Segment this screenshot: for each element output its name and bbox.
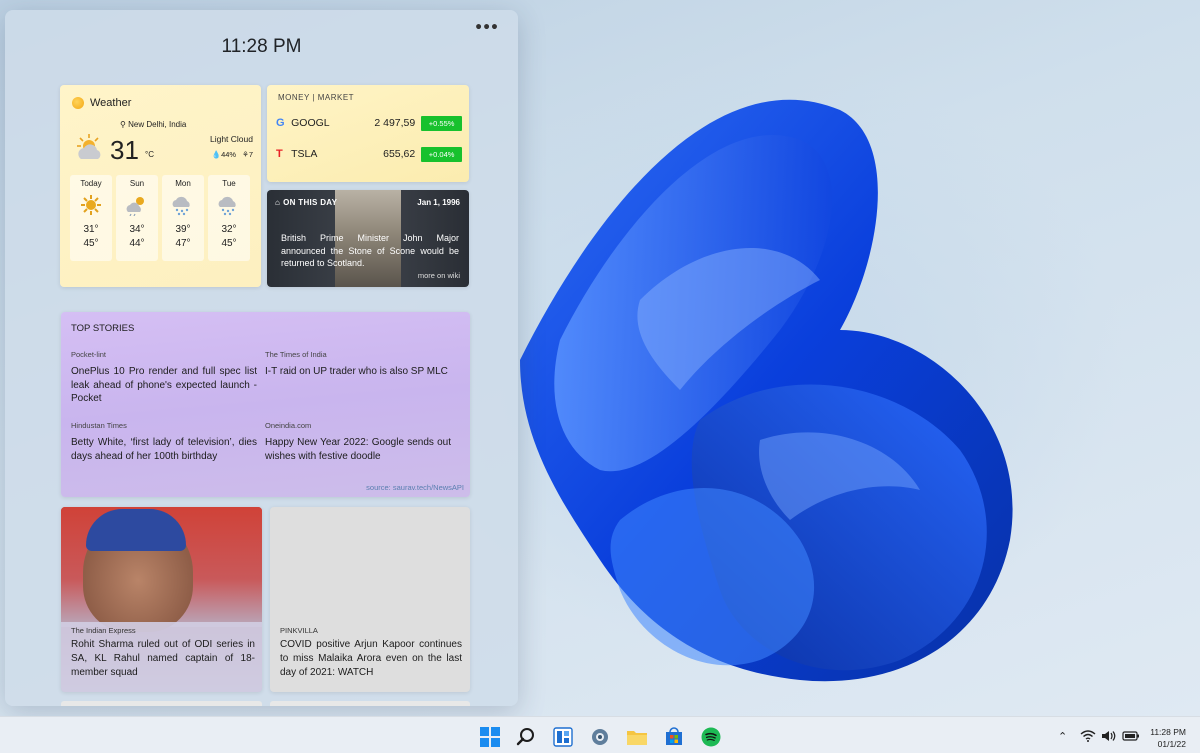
location-pin-icon: ⚲ bbox=[120, 120, 126, 129]
cloud-sun-icon bbox=[116, 192, 158, 218]
current-temperature: 31 bbox=[110, 135, 139, 165]
droplet-icon: 💧 bbox=[211, 150, 222, 159]
news-source: PINKVILLA bbox=[280, 626, 318, 635]
stock-price: 655,62 bbox=[383, 148, 416, 160]
panel-clock: 11:28 PM bbox=[221, 36, 302, 57]
news-card[interactable]: The Indian Express Rohit Sharma ruled ou… bbox=[61, 507, 262, 692]
show-hidden-icons-chevron-icon[interactable]: ⌃ bbox=[1058, 730, 1067, 743]
forecast-day[interactable]: Tue 32° 45° bbox=[208, 175, 250, 261]
cloud-rain-icon bbox=[208, 192, 250, 218]
weather-condition: Light Cloud bbox=[209, 134, 253, 144]
stock-price: 2 497,59 bbox=[374, 117, 416, 129]
weather-title: Weather bbox=[90, 97, 132, 109]
next-card-peek bbox=[270, 701, 470, 706]
widgets-panel: 11:28 PM ••• Weather ⚲ New Delhi, India … bbox=[5, 10, 518, 706]
sun-icon bbox=[70, 192, 112, 218]
google-logo-icon: G bbox=[276, 117, 285, 129]
taskbar-date: 01/1/22 bbox=[1157, 739, 1186, 749]
taskbar-clock[interactable]: 11:28 PM 01/1/22 bbox=[1150, 726, 1186, 750]
news-source-link[interactable]: source: saurav.tech/NewsAPI bbox=[366, 483, 464, 492]
stock-change-badge: +0.55% bbox=[421, 115, 462, 131]
stock-row-googl[interactable]: G GOOGL 2 497,59 +0.55% bbox=[276, 115, 462, 131]
more-options-icon[interactable]: ••• bbox=[474, 20, 499, 36]
news-headline: Rohit Sharma ruled out of ODI series in … bbox=[71, 639, 255, 678]
on-this-day-text: British Prime Minister John Major announ… bbox=[281, 233, 459, 268]
news-headline: COVID positive Arjun Kapoor continues to… bbox=[280, 639, 462, 678]
spotify-icon[interactable] bbox=[699, 726, 723, 748]
weather-header: Weather bbox=[72, 97, 131, 109]
news-photo bbox=[61, 507, 262, 632]
forecast-days: Today 31° 45° Sun 34° 44° Mon 39° 47° Tu… bbox=[70, 175, 250, 261]
money-widget[interactable]: MONEY | MARKET G GOOGL 2 497,59 +0.55% T… bbox=[267, 85, 469, 182]
story-item[interactable]: Hindustan Times Betty White, ‘first lady… bbox=[71, 421, 257, 463]
humidity-stat: 💧44% bbox=[211, 150, 237, 159]
on-this-day-date: Jan 1, 1996 bbox=[417, 198, 460, 207]
money-title: MONEY | MARKET bbox=[278, 93, 355, 102]
widgets-icon[interactable] bbox=[551, 726, 575, 748]
stock-row-tsla[interactable]: T TSLA 655,62 +0.04% bbox=[276, 146, 462, 162]
news-source: The Indian Express bbox=[71, 626, 136, 635]
on-this-day-header: ⌂ ON THIS DAY bbox=[275, 198, 338, 207]
weather-location: ⚲ New Delhi, India bbox=[120, 120, 187, 129]
more-on-wiki-link[interactable]: more on wiki bbox=[418, 271, 460, 280]
stock-symbol: GOOGL bbox=[291, 117, 330, 129]
battery-icon[interactable] bbox=[1122, 730, 1140, 745]
weather-stats: 💧44% ⚘7 bbox=[212, 150, 253, 159]
stock-change-badge: +0.04% bbox=[421, 146, 462, 162]
top-stories-widget: TOP STORIES Pocket-lint OnePlus 10 Pro r… bbox=[61, 312, 470, 497]
top-stories-title: TOP STORIES bbox=[71, 323, 135, 334]
news-card[interactable]: PINKVILLA COVID positive Arjun Kapoor co… bbox=[270, 507, 470, 692]
forecast-day[interactable]: Mon 39° 47° bbox=[162, 175, 204, 261]
store-icon[interactable] bbox=[662, 726, 686, 748]
story-item[interactable]: The Times of India I-T raid on UP trader… bbox=[265, 350, 451, 379]
story-item[interactable]: Pocket-lint OnePlus 10 Pro render and fu… bbox=[71, 350, 257, 406]
file-explorer-icon[interactable] bbox=[625, 726, 649, 748]
volume-icon[interactable] bbox=[1101, 730, 1117, 745]
museum-icon: ⌂ bbox=[275, 198, 281, 207]
wind-stat: ⚘7 bbox=[242, 150, 253, 159]
weather-widget[interactable]: Weather ⚲ New Delhi, India Light Cloud 3… bbox=[60, 85, 261, 287]
forecast-day[interactable]: Sun 34° 44° bbox=[116, 175, 158, 261]
cloud-sun-icon bbox=[75, 133, 105, 166]
forecast-day[interactable]: Today 31° 45° bbox=[70, 175, 112, 261]
wifi-icon[interactable] bbox=[1080, 730, 1096, 745]
tesla-logo-icon: T bbox=[276, 148, 283, 160]
taskbar: ⌃ 11:28 PM 01/1/22 bbox=[0, 716, 1200, 753]
taskbar-time: 11:28 PM bbox=[1150, 727, 1186, 737]
temperature-unit: °C bbox=[145, 150, 154, 159]
story-item[interactable]: Oneindia.com Happy New Year 2022: Google… bbox=[265, 421, 451, 463]
on-this-day-widget[interactable]: ⌂ ON THIS DAY Jan 1, 1996 British Prime … bbox=[267, 190, 469, 287]
windows-start-icon[interactable] bbox=[478, 726, 502, 748]
search-icon[interactable] bbox=[514, 726, 538, 748]
cricket-cap bbox=[86, 509, 186, 551]
next-card-peek bbox=[61, 701, 262, 706]
settings-icon[interactable] bbox=[588, 726, 612, 748]
weather-logo-icon bbox=[72, 97, 84, 109]
wind-icon: ⚘ bbox=[242, 150, 249, 159]
stock-symbol: TSLA bbox=[291, 148, 318, 160]
cloud-rain-icon bbox=[162, 192, 204, 218]
